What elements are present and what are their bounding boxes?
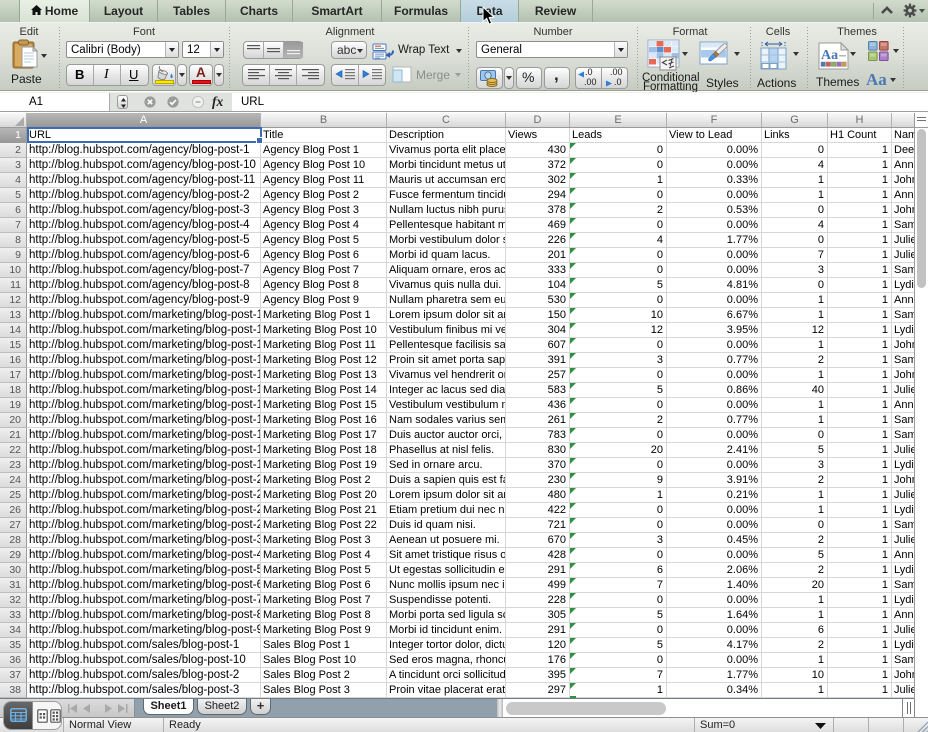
svg-text:Aa: Aa: [821, 48, 838, 63]
